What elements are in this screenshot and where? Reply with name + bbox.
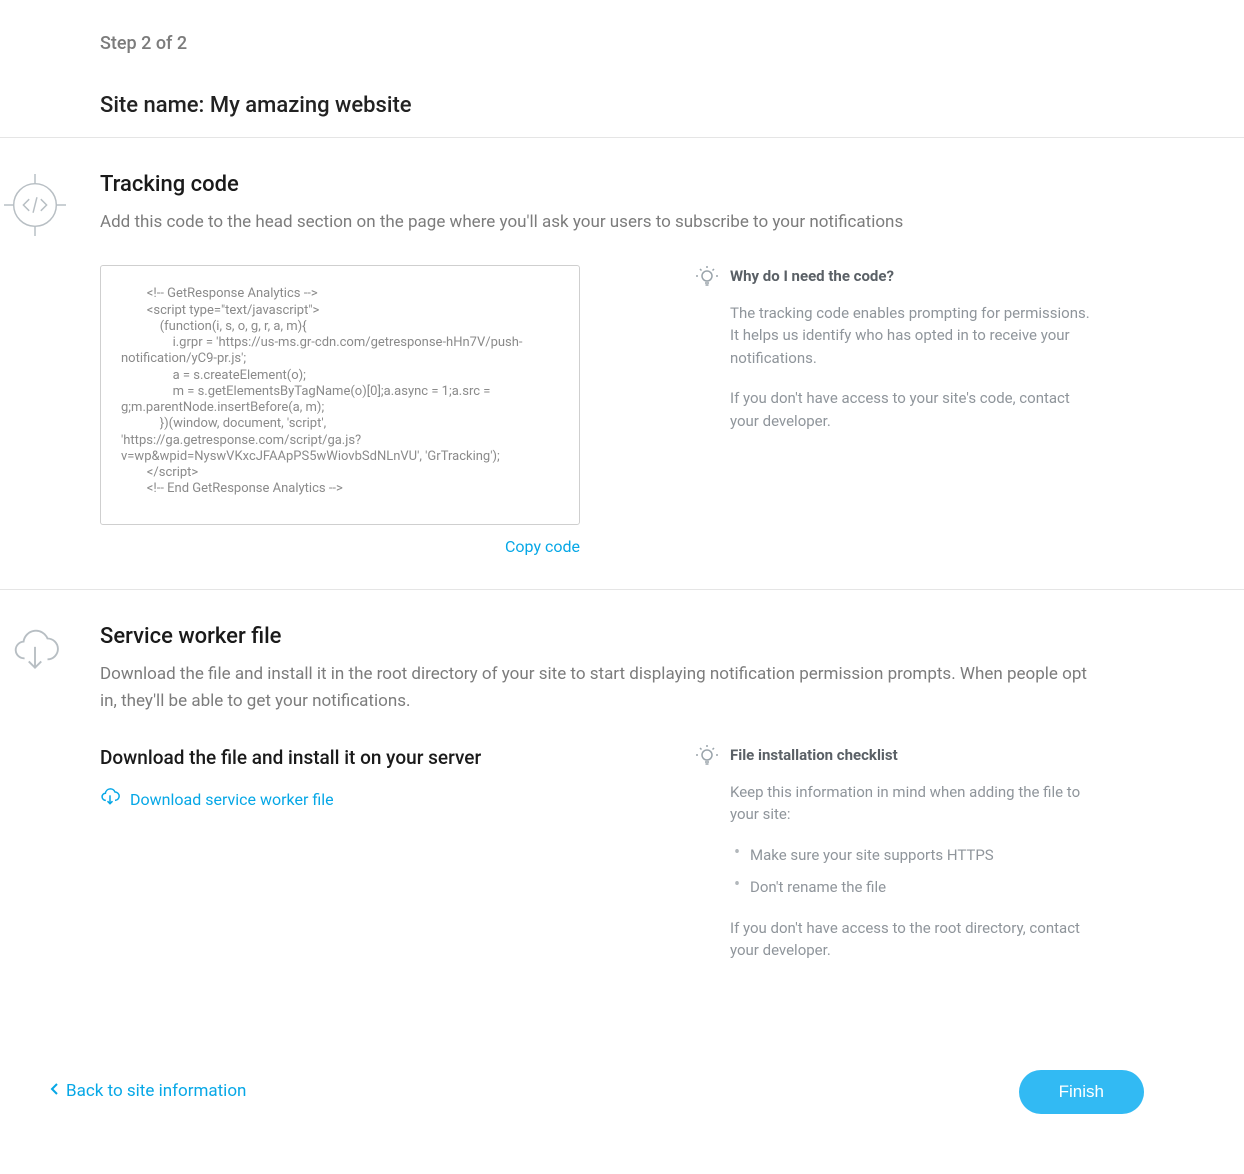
lightbulb-icon xyxy=(695,744,719,775)
code-target-icon xyxy=(0,174,70,236)
back-link-label: Back to site information xyxy=(66,1079,246,1105)
tracking-tip-title: Why do I need the code? xyxy=(730,265,1090,288)
tracking-code-description: Add this code to the head section on the… xyxy=(100,209,1100,235)
download-service-worker-link[interactable]: Download service worker file xyxy=(100,787,334,814)
tracking-tip-text-1: The tracking code enables prompting for … xyxy=(730,302,1090,370)
tracking-code-title: Tracking code xyxy=(100,168,1244,201)
service-worker-description: Download the file and install it in the … xyxy=(100,661,1100,714)
finish-button[interactable]: Finish xyxy=(1019,1070,1144,1114)
checklist-item: Don't rename the file xyxy=(730,876,1090,899)
checklist-tip-title: File installation checklist xyxy=(730,744,1090,767)
cloud-download-small-icon xyxy=(100,787,120,814)
download-link-label: Download service worker file xyxy=(130,788,334,812)
checklist-list: Make sure your site supports HTTPS Don't… xyxy=(730,844,1090,899)
footer: Back to site information Finish xyxy=(0,1030,1244,1154)
step-indicator: Step 2 of 2 xyxy=(100,30,1244,57)
checklist-tip-outro: If you don't have access to the root dir… xyxy=(730,917,1090,962)
back-link[interactable]: Back to site information xyxy=(50,1079,246,1105)
lightbulb-icon xyxy=(695,265,719,296)
tracking-code-box[interactable]: <!-- GetResponse Analytics --> <script t… xyxy=(100,265,580,525)
site-name: Site name: My amazing website xyxy=(100,89,1244,122)
tracking-code-section: Tracking code Add this code to the head … xyxy=(0,138,1244,589)
checklist-item: Make sure your site supports HTTPS xyxy=(730,844,1090,867)
service-worker-title: Service worker file xyxy=(100,620,1244,653)
cloud-download-icon xyxy=(0,626,70,676)
copy-code-link[interactable]: Copy code xyxy=(505,537,580,556)
download-heading: Download the file and install it on your… xyxy=(100,744,580,773)
tracking-tip-text-2: If you don't have access to your site's … xyxy=(730,387,1090,432)
service-worker-section: Service worker file Download the file an… xyxy=(0,590,1244,1009)
checklist-tip-intro: Keep this information in mind when addin… xyxy=(730,781,1090,826)
chevron-left-icon xyxy=(50,1079,60,1105)
